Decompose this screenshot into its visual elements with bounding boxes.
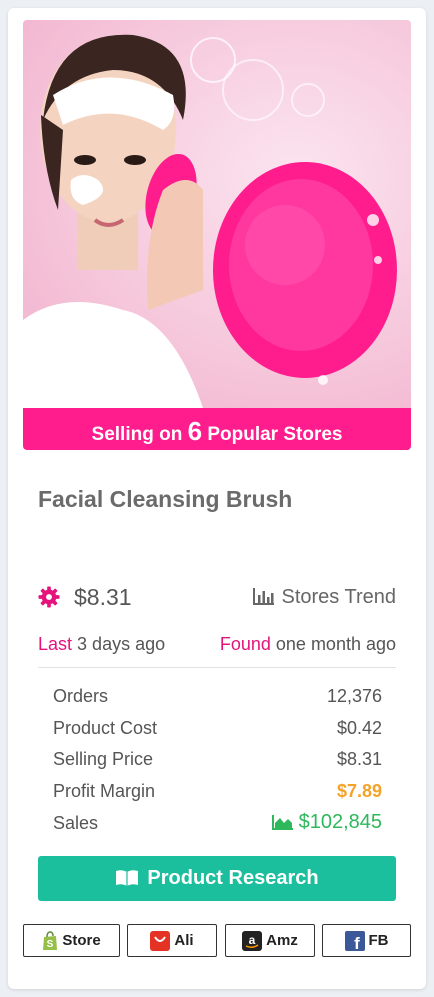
- stat-value: 12,376: [326, 686, 382, 706]
- fb-link-button[interactable]: f FB: [322, 924, 411, 957]
- amazon-link-label: Amz: [266, 932, 298, 949]
- product-image[interactable]: Selling on 6 Popular Stores: [23, 20, 411, 450]
- ali-link-label: Ali: [174, 932, 194, 949]
- stat-value: $8.31: [336, 749, 382, 770]
- stat-row-selling-price: Selling Price $8.31: [53, 749, 382, 781]
- found-label: Found: [219, 634, 271, 654]
- last-label: Last: [38, 634, 73, 654]
- ali-link-button[interactable]: Ali: [127, 924, 217, 957]
- stat-label: Profit Margin: [53, 781, 156, 802]
- stat-row-orders: Orders 12,376: [53, 686, 382, 718]
- stat-label: Product Cost: [53, 717, 158, 738]
- shopify-icon: S: [43, 930, 58, 950]
- stat-label: Selling Price: [53, 749, 154, 770]
- selling-stores-banner: Selling on 6 Popular Stores: [23, 408, 411, 450]
- product-price: $8.31: [74, 584, 132, 610]
- found-value: one month ago: [275, 634, 396, 654]
- product-research-label: Product Research: [147, 867, 319, 889]
- stat-row-profit-margin: Profit Margin $7.89: [53, 781, 382, 813]
- product-research-button[interactable]: Product Research: [38, 856, 396, 901]
- banner-suffix: Popular Stores: [207, 424, 343, 445]
- stat-label: Sales: [53, 812, 99, 833]
- store-link-button[interactable]: S Store: [23, 924, 120, 957]
- price-row: $8.31 Stores Trend: [38, 584, 396, 614]
- product-card: Selling on 6 Popular Stores Facial Clean…: [8, 8, 426, 989]
- last-value: 3 days ago: [77, 634, 166, 654]
- stat-value: $7.89: [336, 781, 382, 802]
- banner-prefix: Selling on: [91, 424, 183, 445]
- fb-link-label: FB: [368, 932, 389, 949]
- svg-text:f: f: [354, 934, 360, 951]
- dates-row: Last 3 days ago Found one month ago: [38, 634, 396, 655]
- bar-chart-icon: [253, 588, 275, 605]
- aliexpress-icon: [150, 930, 171, 951]
- divider: [38, 667, 396, 668]
- product-title[interactable]: Facial Cleansing Brush: [38, 486, 292, 513]
- found-date: Found one month ago: [220, 634, 396, 655]
- svg-text:a: a: [249, 933, 256, 947]
- stores-trend-link[interactable]: Stores Trend: [253, 586, 396, 609]
- stat-value: $0.42: [336, 717, 382, 738]
- stat-row-sales: Sales $102,845: [53, 810, 382, 845]
- last-updated: Last 3 days ago: [38, 634, 165, 654]
- banner-store-count: 6: [187, 416, 203, 446]
- book-icon: [116, 870, 139, 886]
- area-chart-icon: [271, 814, 293, 830]
- stat-value-sales: $102,845: [271, 810, 382, 834]
- gear-icon: [38, 586, 60, 608]
- stats-table: Orders 12,376 Product Cost $0.42 Selling…: [53, 686, 382, 844]
- product-photo: [23, 20, 411, 408]
- amazon-link-button[interactable]: a Amz: [225, 924, 315, 957]
- amazon-icon: a: [242, 930, 263, 951]
- facebook-icon: f: [344, 930, 365, 951]
- stat-label: Orders: [53, 686, 109, 706]
- stat-row-product-cost: Product Cost $0.42: [53, 718, 382, 750]
- svg-text:S: S: [47, 939, 54, 950]
- stores-trend-label: Stores Trend: [281, 586, 396, 608]
- sales-value: $102,845: [298, 810, 382, 833]
- store-link-label: Store: [62, 932, 101, 949]
